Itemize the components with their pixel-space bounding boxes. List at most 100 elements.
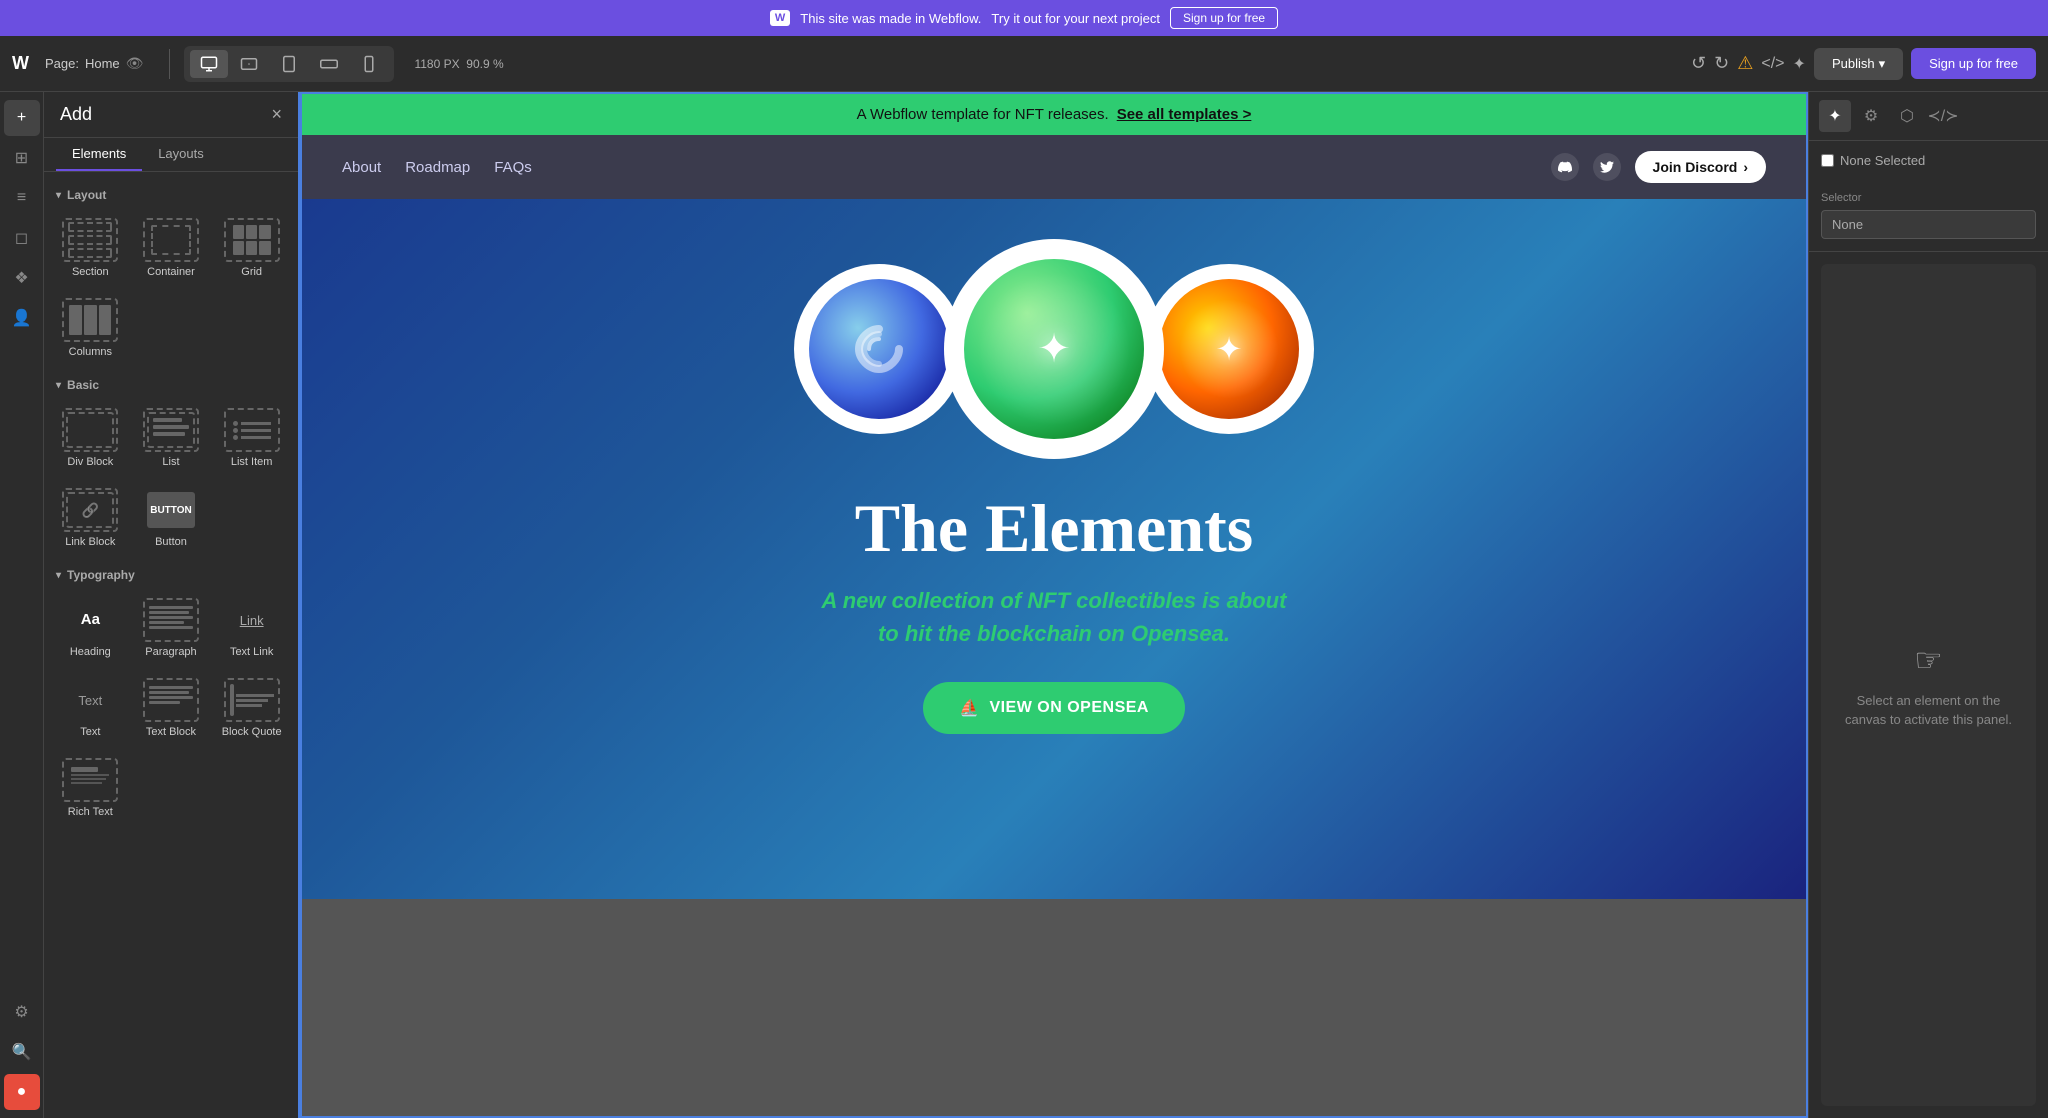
layout-section-header[interactable]: ▾ Layout bbox=[44, 180, 298, 206]
site-banner-link[interactable]: See all templates > bbox=[1117, 106, 1252, 123]
top-banner: W This site was made in Webflow. Try it … bbox=[0, 0, 2048, 36]
close-panel-button[interactable]: × bbox=[271, 104, 282, 125]
assets-icon[interactable]: ◻ bbox=[4, 220, 40, 256]
components-icon[interactable]: ❖ bbox=[4, 260, 40, 296]
typography-section-header[interactable]: ▾ Typography bbox=[44, 560, 298, 586]
list-item-label: List Item bbox=[231, 456, 273, 468]
section-icon bbox=[62, 218, 118, 262]
text-icon: Text bbox=[62, 678, 118, 722]
orb-left bbox=[794, 264, 964, 434]
selector-input[interactable]: None bbox=[1821, 210, 2036, 239]
element-link-block[interactable]: Link Block bbox=[52, 480, 129, 556]
join-discord-label: Join Discord bbox=[1653, 159, 1738, 175]
nav-about[interactable]: About bbox=[342, 159, 381, 176]
selector-section: Selector None bbox=[1809, 180, 2048, 252]
error-badge-icon[interactable]: ● bbox=[4, 1074, 40, 1110]
layout-section-label: Layout bbox=[67, 188, 106, 202]
canvas-area[interactable]: A Webflow template for NFT releases. See… bbox=[300, 92, 1808, 1118]
element-rich-text[interactable]: Rich Text bbox=[52, 750, 129, 826]
element-button[interactable]: BUTTON Button bbox=[133, 480, 210, 556]
users-icon[interactable]: 👤 bbox=[4, 300, 40, 336]
hero-subtitle-plain1: A bbox=[822, 588, 843, 613]
block-quote-icon bbox=[224, 678, 280, 722]
element-container[interactable]: Container bbox=[133, 210, 210, 286]
none-selected-label: None Selected bbox=[1840, 153, 1925, 168]
custom-code-panel-button[interactable]: ≺/≻ bbox=[1927, 100, 1959, 132]
discord-social-icon[interactable] bbox=[1551, 153, 1579, 181]
layout-elements-grid: Section Container Grid bbox=[44, 206, 298, 370]
banner-signup-button[interactable]: Sign up for free bbox=[1170, 7, 1278, 29]
viewport-tablet-portrait-button[interactable] bbox=[270, 50, 308, 78]
nav-roadmap[interactable]: Roadmap bbox=[405, 159, 470, 176]
settings-panel-button[interactable]: ⚙ bbox=[1855, 100, 1887, 132]
container-icon bbox=[143, 218, 199, 262]
viewport-mobile-landscape-button[interactable] bbox=[310, 50, 348, 78]
text-link-icon: Link bbox=[224, 598, 280, 642]
layers-icon[interactable]: ≡ bbox=[4, 180, 40, 216]
hero-cta-button[interactable]: ⛵ VIEW ON OPENSEA bbox=[923, 682, 1185, 734]
element-list-item[interactable]: List Item bbox=[213, 400, 290, 476]
tab-elements[interactable]: Elements bbox=[56, 138, 142, 171]
viewport-tablet-landscape-button[interactable] bbox=[230, 50, 268, 78]
container-label: Container bbox=[147, 266, 195, 278]
element-text-block[interactable]: Text Block bbox=[133, 670, 210, 746]
columns-label: Columns bbox=[69, 346, 112, 358]
search-icon[interactable]: 🔍 bbox=[4, 1034, 40, 1070]
warning-icon[interactable]: ⚠ bbox=[1737, 53, 1753, 74]
viewport-desktop-button[interactable] bbox=[190, 50, 228, 78]
style-panel-button[interactable]: ✦ bbox=[1819, 100, 1851, 132]
add-panel-icon[interactable]: + bbox=[4, 100, 40, 136]
interactions-panel-button[interactable]: ⬡ bbox=[1891, 100, 1923, 132]
join-discord-button[interactable]: Join Discord › bbox=[1635, 151, 1766, 183]
nav-right: Join Discord › bbox=[1551, 151, 1766, 183]
canvas-inner[interactable]: A Webflow template for NFT releases. See… bbox=[300, 92, 1808, 1118]
element-div-block[interactable]: Div Block bbox=[52, 400, 129, 476]
list-icon bbox=[143, 408, 199, 452]
banner-subtext: Try it out for your next project bbox=[991, 11, 1160, 26]
undo-button[interactable]: ↺ bbox=[1691, 53, 1706, 74]
none-selected-checkbox[interactable] bbox=[1821, 154, 1834, 167]
text-block-icon bbox=[143, 678, 199, 722]
element-text[interactable]: Text Text bbox=[52, 670, 129, 746]
columns-icon bbox=[62, 298, 118, 342]
tab-layouts[interactable]: Layouts bbox=[142, 138, 220, 171]
element-section[interactable]: Section bbox=[52, 210, 129, 286]
element-columns[interactable]: Columns bbox=[52, 290, 129, 366]
nav-faqs[interactable]: FAQs bbox=[494, 159, 532, 176]
element-grid[interactable]: Grid bbox=[213, 210, 290, 286]
hero-subtitle: A new collection of NFT collectibles is … bbox=[822, 584, 1287, 650]
site-nav: About Roadmap FAQs Join Discord › bbox=[302, 135, 1806, 199]
element-block-quote[interactable]: Block Quote bbox=[213, 670, 290, 746]
basic-chevron: ▾ bbox=[56, 380, 61, 391]
code-button[interactable]: </> bbox=[1761, 55, 1784, 73]
signup-free-button[interactable]: Sign up for free bbox=[1911, 48, 2036, 79]
redo-button[interactable]: ↻ bbox=[1714, 53, 1729, 74]
button-label: Button bbox=[155, 536, 187, 548]
canvas-prompt: ☞ Select an element on the canvas to act… bbox=[1821, 264, 2036, 1106]
publish-button[interactable]: Publish ▾ bbox=[1814, 48, 1903, 80]
right-panel-toolbar: ✦ ⚙ ⬡ ≺/≻ bbox=[1809, 92, 2048, 141]
orbs-container: ✦ ✦ bbox=[794, 239, 1314, 459]
grid-icon bbox=[224, 218, 280, 262]
element-list[interactable]: List bbox=[133, 400, 210, 476]
right-panel: ✦ ⚙ ⬡ ≺/≻ None Selected Selector None ☞ … bbox=[1808, 92, 2048, 1118]
element-heading[interactable]: Aa Heading bbox=[52, 590, 129, 666]
link-block-icon bbox=[62, 488, 118, 532]
pages-icon[interactable]: ⊞ bbox=[4, 140, 40, 176]
add-panel: Add × Elements Layouts ▾ Layout Sec bbox=[44, 92, 300, 1118]
rich-text-icon bbox=[62, 758, 118, 802]
list-item-icon bbox=[224, 408, 280, 452]
selector-label: Selector bbox=[1821, 192, 2036, 204]
webflow-logo-toolbar: W bbox=[12, 53, 29, 74]
element-paragraph[interactable]: Paragraph bbox=[133, 590, 210, 666]
ai-icon[interactable]: ✦ bbox=[1793, 54, 1806, 74]
twitter-social-icon[interactable] bbox=[1593, 153, 1621, 181]
preview-icon[interactable]: 👁 bbox=[126, 55, 144, 72]
page-label: Page: bbox=[45, 56, 79, 71]
viewport-mobile-portrait-button[interactable] bbox=[350, 50, 388, 78]
element-text-link[interactable]: Link Text Link bbox=[213, 590, 290, 666]
basic-section-header[interactable]: ▾ Basic bbox=[44, 370, 298, 396]
div-block-label: Div Block bbox=[67, 456, 113, 468]
page-name[interactable]: Home bbox=[85, 56, 120, 71]
settings-icon[interactable]: ⚙ bbox=[4, 994, 40, 1030]
